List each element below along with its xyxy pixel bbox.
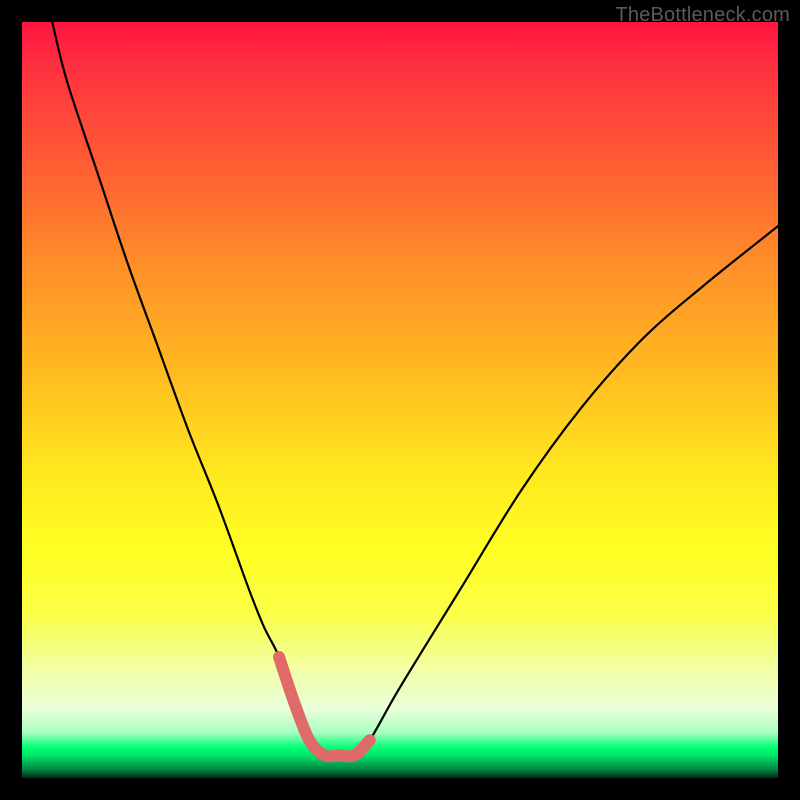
chart-frame: TheBottleneck.com [0, 0, 800, 800]
highlight-segment [279, 657, 370, 756]
curve-layer [22, 22, 778, 778]
main-curve [52, 22, 778, 756]
watermark-label: TheBottleneck.com [615, 4, 790, 27]
